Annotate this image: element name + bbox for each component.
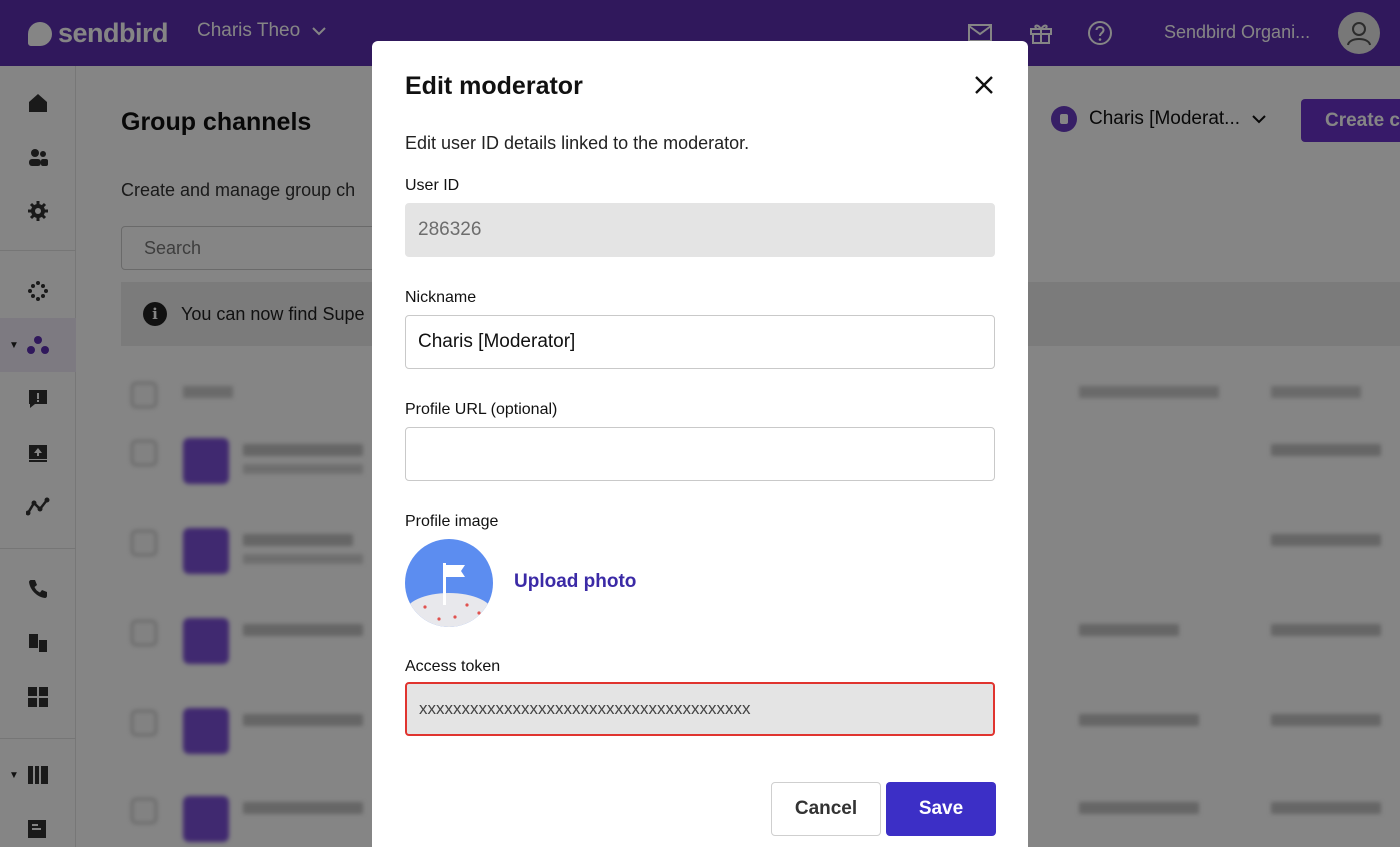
user-id-label: User ID xyxy=(405,177,460,194)
nickname-label: Nickname xyxy=(405,289,477,306)
access-token-field[interactable]: xxxxxxxxxxxxxxxxxxxxxxxxxxxxxxxxxxxxxxx xyxy=(405,682,995,736)
user-id-field: 286326 xyxy=(405,203,995,257)
profile-image-label: Profile image xyxy=(405,513,499,530)
profile-url-label: Profile URL (optional) xyxy=(405,401,558,418)
close-icon xyxy=(975,76,993,94)
close-button[interactable] xyxy=(972,73,996,97)
save-button[interactable]: Save xyxy=(886,782,996,836)
flag-icon xyxy=(405,563,493,627)
edit-moderator-dialog: Edit moderator Edit user ID details link… xyxy=(372,41,1028,847)
upload-photo-link[interactable]: Upload photo xyxy=(514,571,636,593)
profile-image-preview xyxy=(405,539,493,627)
cancel-button[interactable]: Cancel xyxy=(771,782,881,836)
dialog-title: Edit moderator xyxy=(405,72,583,100)
nickname-field[interactable]: Charis [Moderator] xyxy=(405,315,995,369)
access-token-label: Access token xyxy=(405,658,501,675)
dialog-description: Edit user ID details linked to the moder… xyxy=(405,133,750,153)
profile-url-field[interactable] xyxy=(405,427,995,481)
